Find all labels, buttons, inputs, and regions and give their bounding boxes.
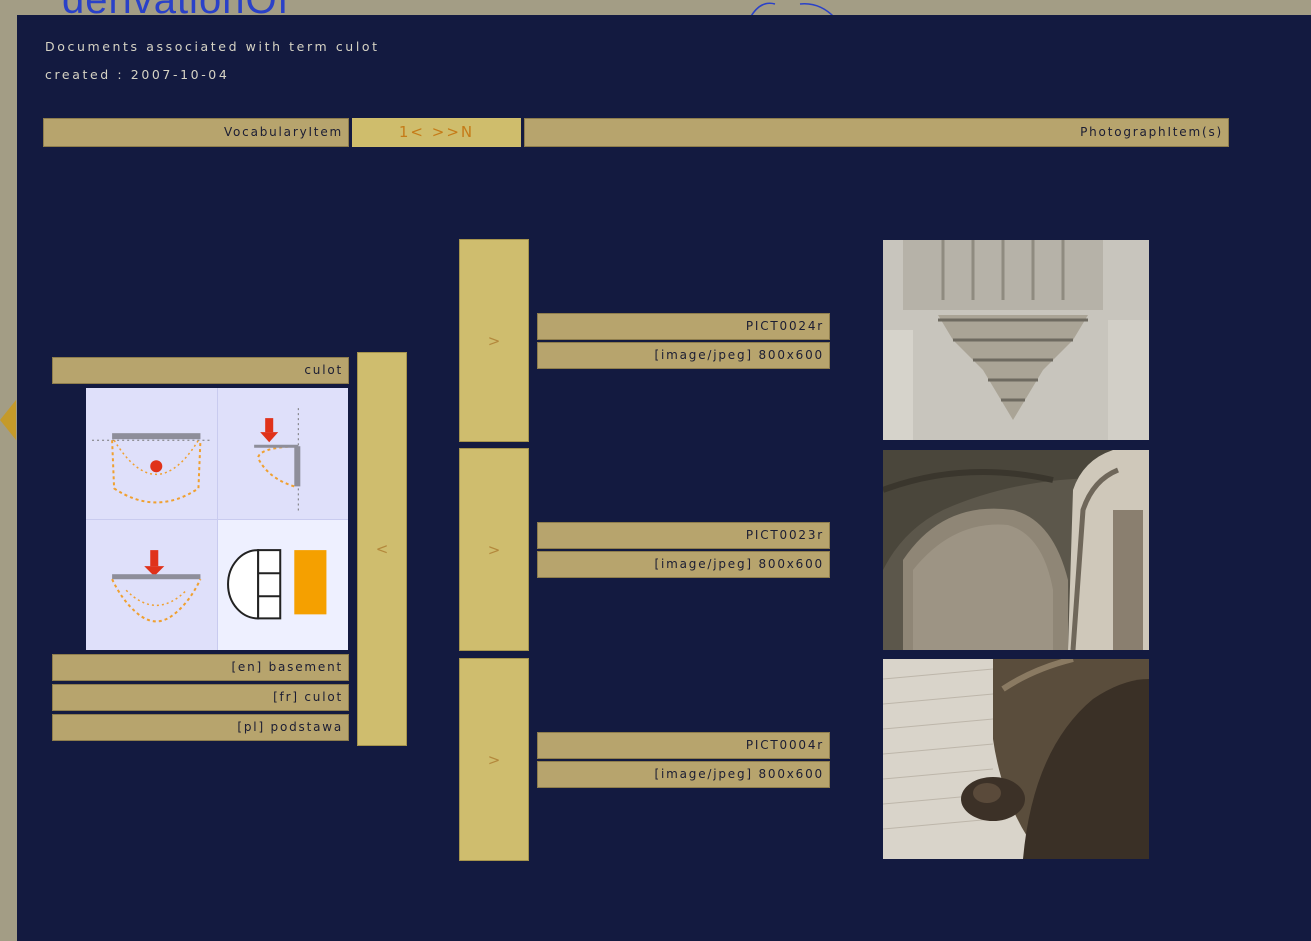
photo-name-2[interactable]: PICT0023r xyxy=(537,522,830,549)
open-photo-button-2[interactable]: > xyxy=(459,448,529,651)
culot-side-icon xyxy=(217,388,348,519)
open-photo-button-1[interactable]: > xyxy=(459,239,529,442)
culot-load-icon xyxy=(86,519,217,650)
created-date: created : 2007-10-04 xyxy=(45,67,230,82)
photo-thumbnail-1[interactable] xyxy=(883,240,1149,440)
background-triangle-decoration xyxy=(0,400,16,440)
photo-meta-3: [image/jpeg] 800x600 xyxy=(537,761,830,788)
photo-meta-1: [image/jpeg] 800x600 xyxy=(537,342,830,369)
photo-meta-2: [image/jpeg] 800x600 xyxy=(537,551,830,578)
page-title: Documents associated with term culot xyxy=(45,39,380,54)
photo-name-1[interactable]: PICT0024r xyxy=(537,313,830,340)
photograph-items-header: PhotographItem(s) xyxy=(524,118,1229,147)
culot-symbol-icon xyxy=(217,519,348,650)
translation-pl: [pl] podstawa xyxy=(52,714,349,741)
culot-plan-icon xyxy=(86,388,217,519)
photo-name-3[interactable]: PICT0004r xyxy=(537,732,830,759)
pagination-nav[interactable]: 1< >>N xyxy=(352,118,521,147)
translation-fr: [fr] culot xyxy=(52,684,349,711)
open-photo-button-3[interactable]: > xyxy=(459,658,529,861)
back-button[interactable]: < xyxy=(357,352,407,746)
term-label[interactable]: culot xyxy=(52,357,349,384)
photo-thumbnail-3[interactable] xyxy=(883,659,1149,859)
translation-en: [en] basement xyxy=(52,654,349,681)
photo-thumbnail-2[interactable] xyxy=(883,450,1149,650)
vocabulary-item-header: VocabularyItem xyxy=(43,118,349,147)
term-icon-grid xyxy=(86,388,348,650)
